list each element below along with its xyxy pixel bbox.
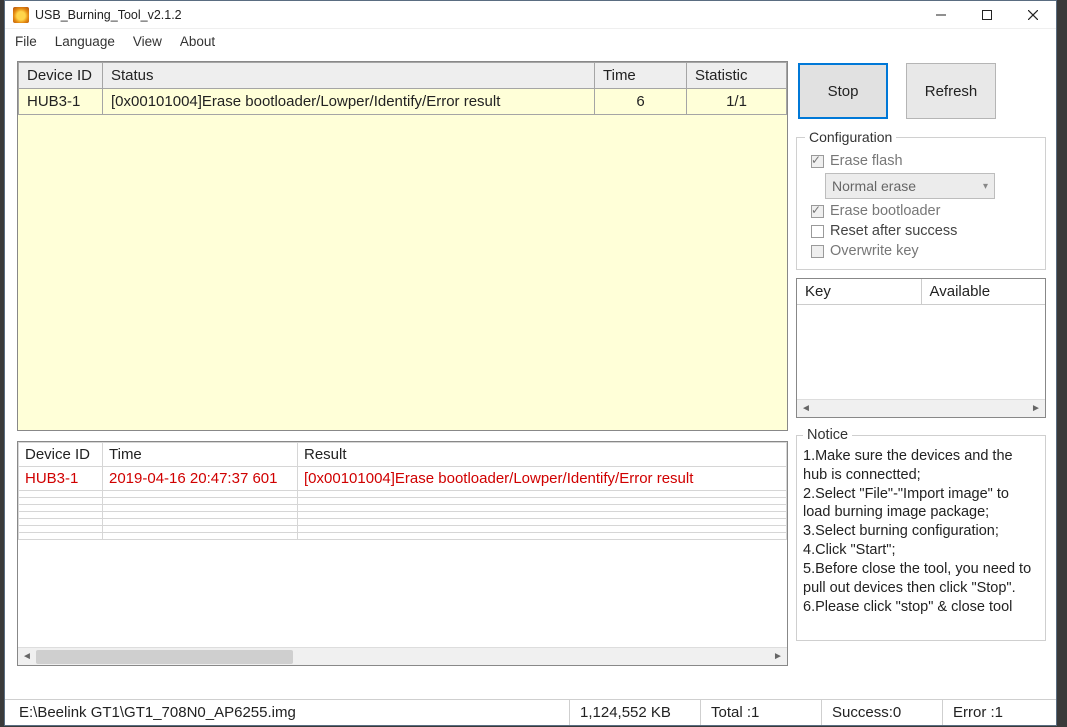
reset-after-checkbox[interactable] [811,225,824,238]
maximize-button[interactable] [964,1,1010,29]
log-result-cell: [0x00101004]Erase bootloader/Lowper/Iden… [298,467,787,491]
scroll-left-icon[interactable]: ◄ [18,649,36,665]
dev-col-device[interactable]: Device ID [19,63,103,89]
reset-after-label: Reset after success [830,223,957,239]
notice-line: 3.Select burning configuration; [803,522,1039,541]
device-table: Device ID Status Time Statistic HUB3-1 [… [17,61,788,431]
device-status-cell: [0x00101004]Erase bootloader/Lowper/Iden… [103,89,595,115]
log-row[interactable]: HUB3-1 2019-04-16 20:47:37 601 [0x001010… [19,467,787,491]
menu-about[interactable]: About [180,34,215,49]
dev-col-time[interactable]: Time [595,63,687,89]
key-col-available[interactable]: Available [922,279,1046,304]
scroll-right-icon[interactable]: ► [769,649,787,665]
status-error: Error :1 [943,702,1052,723]
log-time-cell: 2019-04-16 20:47:37 601 [103,467,298,491]
status-size: 1,124,552 KB [570,702,700,723]
configuration-group: Configuration Erase flash Normal erase ▾… [796,129,1046,270]
log-horizontal-scrollbar[interactable]: ◄ ► [18,647,787,665]
refresh-button[interactable]: Refresh [906,63,996,119]
configuration-title: Configuration [805,129,896,145]
log-col-device[interactable]: Device ID [19,443,103,467]
title-bar: USB_Burning_Tool_v2.1.2 [5,1,1056,29]
notice-line: 2.Select "File"-"Import image" to load b… [803,485,1039,523]
erase-flash-checkbox[interactable] [811,155,824,168]
notice-line: 1.Make sure the devices and the hub is c… [803,447,1039,485]
app-window: USB_Burning_Tool_v2.1.2 File Language Vi… [4,0,1057,726]
log-col-time[interactable]: Time [103,443,298,467]
status-total: Total :1 [701,702,821,723]
chevron-down-icon: ▾ [983,181,988,192]
status-bar: E:\Beelink GT1\GT1_708N0_AP6255.img 1,12… [5,699,1056,725]
erase-bootloader-checkbox[interactable] [811,205,824,218]
log-device-cell: HUB3-1 [19,467,103,491]
scroll-right-icon[interactable]: ► [1027,401,1045,417]
notice-group: Notice 1.Make sure the devices and the h… [796,426,1046,641]
window-title: USB_Burning_Tool_v2.1.2 [35,8,182,22]
overwrite-key-checkbox[interactable] [811,245,824,258]
status-success: Success:0 [822,702,942,723]
close-button[interactable] [1010,1,1056,29]
menu-view[interactable]: View [133,34,162,49]
key-col-key[interactable]: Key [797,279,922,304]
erase-mode-value: Normal erase [832,178,916,194]
notice-line: 6.Please click "stop" & close tool [803,598,1039,617]
minimize-button[interactable] [918,1,964,29]
stop-button[interactable]: Stop [798,63,888,119]
log-table: Device ID Time Result HUB3-1 2019-04-16 … [17,441,788,666]
app-icon [13,7,29,23]
log-col-result[interactable]: Result [298,443,787,467]
device-stat-cell: 1/1 [687,89,787,115]
overwrite-key-label: Overwrite key [830,243,919,259]
menu-file[interactable]: File [15,34,37,49]
notice-line: 4.Click "Start"; [803,541,1039,560]
key-panel: Key Available ◄ ► [796,278,1046,418]
device-row[interactable]: HUB3-1 [0x00101004]Erase bootloader/Lowp… [19,89,787,115]
status-path: E:\Beelink GT1\GT1_708N0_AP6255.img [9,702,569,723]
key-horizontal-scrollbar[interactable]: ◄ ► [797,399,1045,417]
dev-col-status[interactable]: Status [103,63,595,89]
notice-title: Notice [803,426,852,445]
notice-line: 5.Before close the tool, you need to pul… [803,560,1039,598]
scroll-left-icon[interactable]: ◄ [797,401,815,417]
erase-mode-select[interactable]: Normal erase ▾ [825,173,995,199]
scroll-thumb[interactable] [36,650,293,664]
menu-language[interactable]: Language [55,34,115,49]
erase-bootloader-label: Erase bootloader [830,203,940,219]
device-time-cell: 6 [595,89,687,115]
device-id-cell: HUB3-1 [19,89,103,115]
erase-flash-label: Erase flash [830,153,903,169]
dev-col-stat[interactable]: Statistic [687,63,787,89]
menu-bar: File Language View About [5,29,1056,53]
